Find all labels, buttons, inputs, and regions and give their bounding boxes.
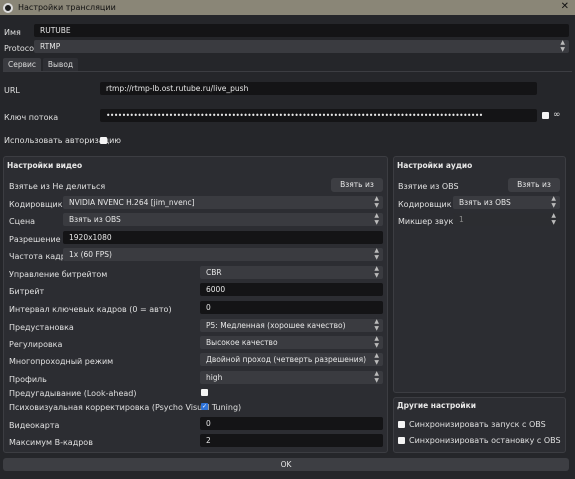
video-take-from-button[interactable]: Взять из	[331, 178, 383, 192]
ok-button[interactable]: OK	[3, 458, 569, 471]
resolution-input[interactable]: 1920x1080	[63, 231, 383, 244]
name-label: Имя	[4, 28, 21, 37]
bframes-input[interactable]: 2	[200, 434, 383, 447]
spinner-arrows-icon: ▲ ▼	[374, 213, 379, 226]
gpu-input[interactable]: 0	[200, 417, 383, 430]
auth-checkbox[interactable]	[100, 137, 107, 144]
rate-control-select[interactable]: CBR ▲ ▼	[200, 266, 383, 279]
window-title: Настройки трансляции	[18, 3, 116, 12]
video-settings-header: Настройки видео	[7, 161, 83, 170]
bitrate-label: Битрейт	[9, 287, 45, 296]
spinner-arrows-icon: ▲ ▼	[374, 319, 379, 332]
audio-take-from-label: Взятие из OBS	[398, 182, 459, 191]
stream-key-input[interactable]: ••••••••••••••••••••••••••••••••••••••••…	[100, 109, 537, 122]
audio-encoder-value: Взять из OBS	[459, 198, 511, 207]
keyint-input[interactable]: 0	[200, 301, 383, 314]
multipass-value: Двойной проход (четверть разрешения)	[206, 355, 367, 364]
multipass-select[interactable]: Двойной проход (четверть разрешения) ▲ ▼	[200, 353, 383, 366]
video-encoder-value: NVIDIA NVENC H.264 [jim_nvenc]	[69, 198, 195, 207]
spinner-arrows-icon: ▲ ▼	[560, 40, 565, 53]
link-icon[interactable]: ∞	[553, 110, 561, 120]
name-input[interactable]: RUTUBE	[34, 24, 569, 37]
spinner-arrows-icon: ▲ ▼	[374, 353, 379, 366]
sync-stop-label: Синхронизировать остановку с OBS	[409, 436, 561, 445]
lookahead-label: Предугадывание (Look-ahead)	[9, 389, 137, 398]
lookahead-checkbox[interactable]	[201, 389, 208, 396]
url-label: URL	[4, 86, 20, 95]
title-bar: Настройки трансляции ✕	[0, 0, 575, 15]
spinner-arrows-icon: ▲ ▼	[374, 196, 379, 209]
audio-encoder-label: Кодировщик	[398, 200, 452, 209]
obs-logo-icon	[3, 2, 13, 13]
rate-control-value: CBR	[206, 268, 222, 277]
scene-label: Сцена	[9, 217, 36, 226]
sync-stop-checkbox[interactable]	[398, 437, 405, 444]
bitrate-input[interactable]: 6000	[200, 283, 383, 296]
resolution-label: Разрешение	[9, 235, 61, 244]
preset-label: Предустановка	[9, 323, 74, 332]
sync-start-label: Синхронизировать запуск с OBS	[409, 420, 546, 429]
audio-take-from-button[interactable]: Взять из	[508, 178, 560, 192]
fps-value: 1x (60 FPS)	[69, 250, 112, 259]
tab-output[interactable]: Вывод	[43, 58, 78, 71]
spinner-arrows-icon: ▲ ▼	[374, 248, 379, 261]
video-encoder-label: Кодировщик	[9, 200, 63, 209]
video-take-from-label: Взятье из Не делиться	[9, 182, 106, 191]
tuning-label: Регулировка	[9, 340, 63, 349]
profile-select[interactable]: high ▲ ▼	[200, 371, 383, 384]
spinner-arrows-icon: ▲ ▼	[551, 196, 556, 209]
spinner-arrows-icon: ▲ ▼	[374, 336, 379, 349]
psycho-visual-checkbox[interactable]: ✓	[201, 403, 208, 410]
tab-service[interactable]: Сервис	[3, 58, 41, 71]
scene-select[interactable]: Взять из OBS ▲ ▼	[63, 213, 383, 226]
audio-mixer-label: Микшер звука	[398, 217, 459, 226]
tuning-value: Высокое качество	[206, 338, 278, 347]
tab-divider	[3, 71, 572, 72]
rate-control-label: Управление битрейтом	[9, 270, 108, 279]
preset-value: P5: Медленная (хорошее качество)	[206, 321, 346, 330]
profile-label: Профиль	[9, 375, 47, 384]
keyint-label: Интервал ключевых кадров (0 = авто)	[9, 305, 172, 314]
stream-key-label: Ключ потока	[4, 113, 59, 122]
gpu-label: Видеокарта	[9, 421, 60, 430]
audio-encoder-select[interactable]: Взять из OBS ▲ ▼	[453, 196, 560, 209]
protocol-value: RTMP	[40, 42, 61, 51]
url-input[interactable]: rtmp://rtmp-lb.ost.rutube.ru/live_push	[100, 82, 537, 95]
spinner-arrows-icon: ▲ ▼	[374, 371, 379, 384]
sync-start-checkbox[interactable]	[398, 421, 405, 428]
audio-mixer-value: 1	[459, 215, 464, 224]
audio-mixer-select[interactable]: 1 ▲ ▼	[453, 213, 560, 226]
spinner-arrows-icon: ▲ ▼	[551, 213, 556, 226]
tuning-select[interactable]: Высокое качество ▲ ▼	[200, 336, 383, 349]
multipass-label: Многопроходный режим	[9, 357, 114, 366]
close-icon[interactable]: ✕	[561, 1, 569, 12]
video-encoder-select[interactable]: NVIDIA NVENC H.264 [jim_nvenc] ▲ ▼	[63, 196, 383, 209]
protocol-label: Protocol	[4, 44, 37, 53]
fps-select[interactable]: 1x (60 FPS) ▲ ▼	[63, 248, 383, 261]
profile-value: high	[206, 373, 223, 382]
protocol-select[interactable]: RTMP ▲ ▼	[34, 40, 569, 53]
show-key-checkbox[interactable]	[542, 112, 549, 119]
scene-value: Взять из OBS	[69, 215, 121, 224]
other-settings-header: Другие настройки	[397, 401, 476, 410]
spinner-arrows-icon: ▲ ▼	[374, 266, 379, 279]
preset-select[interactable]: P5: Медленная (хорошее качество) ▲ ▼	[200, 319, 383, 332]
bframes-label: Максимум B-кадров	[9, 438, 93, 447]
audio-settings-header: Настройки аудио	[397, 161, 473, 170]
